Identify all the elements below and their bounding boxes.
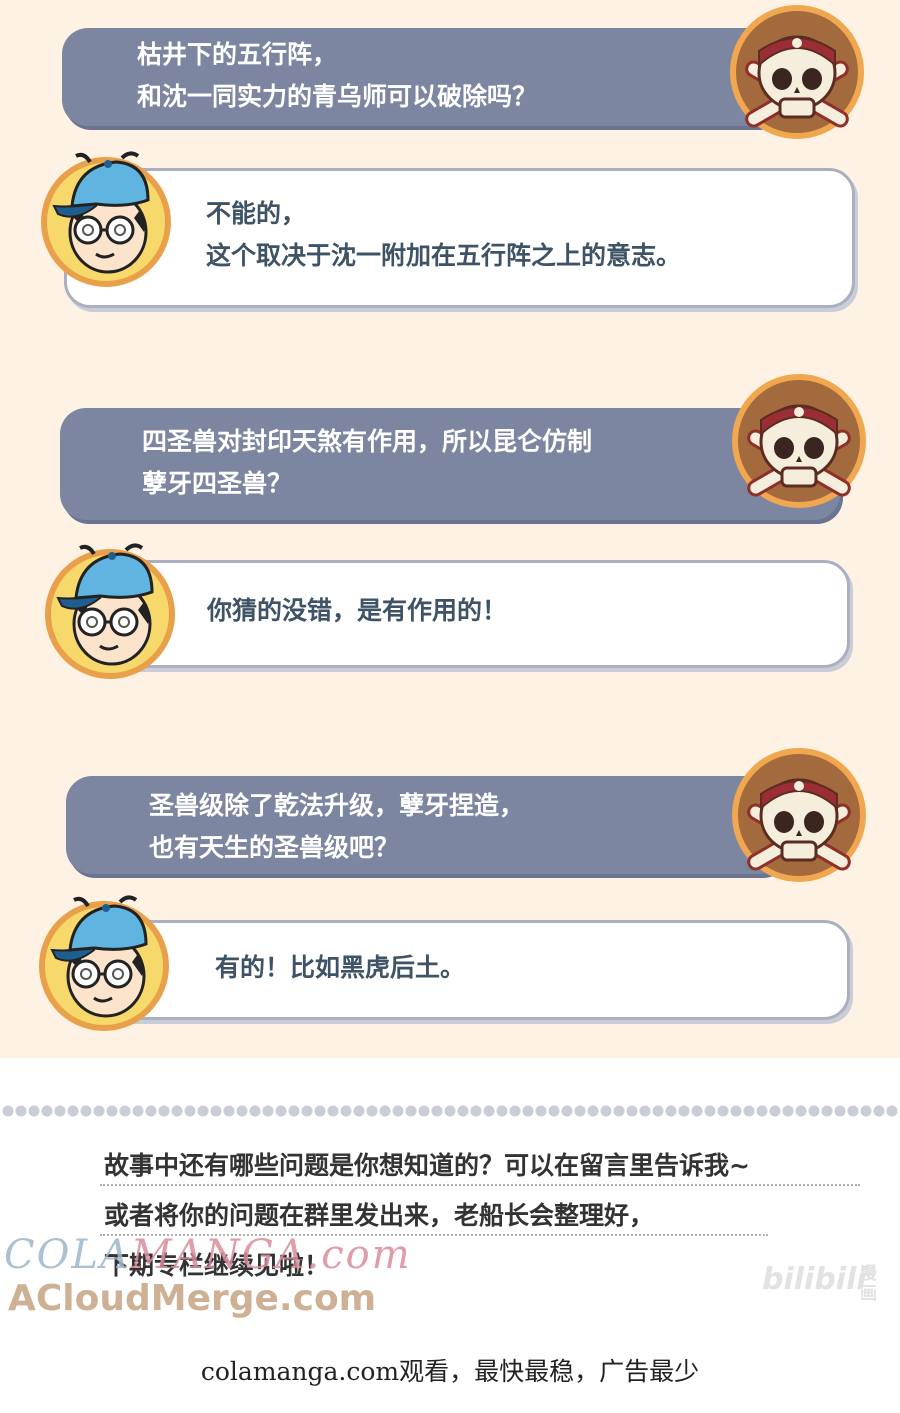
boy-with-cap-icon — [39, 895, 169, 1031]
pirate-skull-icon — [732, 748, 866, 882]
question-3-line-2: 也有天生的圣兽级吧？ — [149, 833, 400, 862]
dotted-divider — [2, 1105, 898, 1117]
acloudmerge-watermark: ACloudMerge.com — [8, 1278, 377, 1319]
pirate-skull-icon — [730, 5, 864, 139]
outro-line-1: 故事中还有哪些问题是你想知道的？可以在留言里告诉我~ — [104, 1151, 750, 1180]
bilibili-manhua-logo: bilibili 漫画 — [762, 1262, 877, 1304]
question-2-line-2: 孽牙四圣兽？ — [142, 469, 293, 498]
answer-1-line-2: 这个取决于沈一附加在五行阵之上的意志。 — [206, 241, 682, 270]
answer-3-line-1: 有的！比如黑虎后土。 — [215, 953, 466, 982]
boy-with-cap-icon — [45, 543, 175, 679]
pirate-skull-icon — [732, 374, 866, 508]
answer-2-line-1: 你猜的没错，是有作用的！ — [207, 596, 508, 625]
question-2-line-1: 四圣兽对封印天煞有作用，所以昆仑仿制 — [142, 427, 593, 456]
outro-underline-1 — [100, 1184, 860, 1186]
question-3-line-1: 圣兽级除了乾法升级，孽牙捏造， — [149, 791, 525, 820]
question-1-line-2: 和沈一同实力的青乌师可以破除吗？ — [137, 82, 538, 111]
question-1-line-1: 枯井下的五行阵， — [137, 40, 338, 69]
answer-bubble-3 — [98, 920, 850, 1020]
answer-1-line-1: 不能的， — [206, 199, 307, 228]
footer-text: colamanga.com观看，最快最稳，广告最少 — [200, 1357, 700, 1386]
outro-line-2: 或者将你的问题在群里发出来，老船长会整理好， — [104, 1201, 655, 1230]
boy-with-cap-icon — [41, 151, 171, 287]
colamanga-watermark: COLAMANGA.com — [4, 1232, 412, 1278]
